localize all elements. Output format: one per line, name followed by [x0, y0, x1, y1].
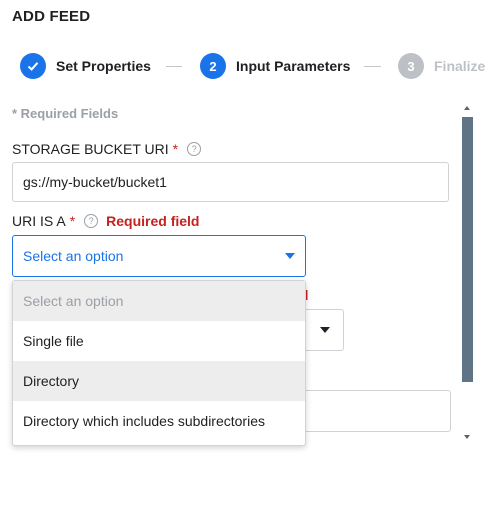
dropdown-option-directory-recursive[interactable]: Directory which includes subdirectories [13, 401, 305, 441]
step-label: Finalize [434, 58, 486, 74]
chevron-down-icon [320, 327, 330, 333]
stepper: Set Properties 2 Input Parameters 3 Fina… [20, 53, 488, 79]
step-set-properties[interactable]: Set Properties [20, 53, 151, 79]
scroll-down-arrow[interactable] [464, 435, 470, 439]
uri-is-a-label: URI IS A * ? Required field [12, 213, 200, 229]
scroll-up-arrow[interactable] [464, 106, 470, 110]
required-fields-note: * Required Fields [12, 106, 119, 121]
bucket-uri-label-text: STORAGE BUCKET URI [12, 141, 169, 157]
step-label: Set Properties [56, 58, 151, 74]
select-value: Select an option [23, 248, 124, 264]
bucket-uri-label: STORAGE BUCKET URI * ? [12, 141, 202, 157]
required-field-error: Required field [106, 213, 200, 229]
bucket-uri-input[interactable]: gs://my-bucket/bucket1 [12, 162, 449, 202]
background-input[interactable] [294, 390, 451, 432]
checkmark-icon [20, 53, 46, 79]
dropdown-option-single-file[interactable]: Single file [13, 321, 305, 361]
uri-type-select[interactable]: Select an option [12, 235, 306, 277]
step-connector [364, 66, 381, 67]
required-marker: * [69, 213, 76, 229]
chevron-down-icon [285, 253, 295, 259]
page-title: ADD FEED [12, 8, 91, 25]
step-number: 2 [200, 53, 226, 79]
uri-is-a-label-text: URI IS A [12, 213, 66, 229]
help-icon[interactable]: ? [84, 214, 99, 228]
scrollbar-thumb[interactable] [462, 117, 473, 382]
dropdown-option-placeholder[interactable]: Select an option [13, 281, 305, 321]
step-input-parameters[interactable]: 2 Input Parameters [200, 53, 350, 79]
step-connector [166, 66, 182, 67]
uri-type-dropdown: Select an option Single file Directory D… [12, 280, 306, 446]
dropdown-option-directory[interactable]: Directory [13, 361, 305, 401]
step-label: Input Parameters [236, 58, 351, 74]
required-marker: * [172, 141, 179, 157]
step-finalize[interactable]: 3 Finalize [398, 53, 485, 79]
step-number: 3 [398, 53, 424, 79]
help-icon[interactable]: ? [187, 142, 202, 156]
